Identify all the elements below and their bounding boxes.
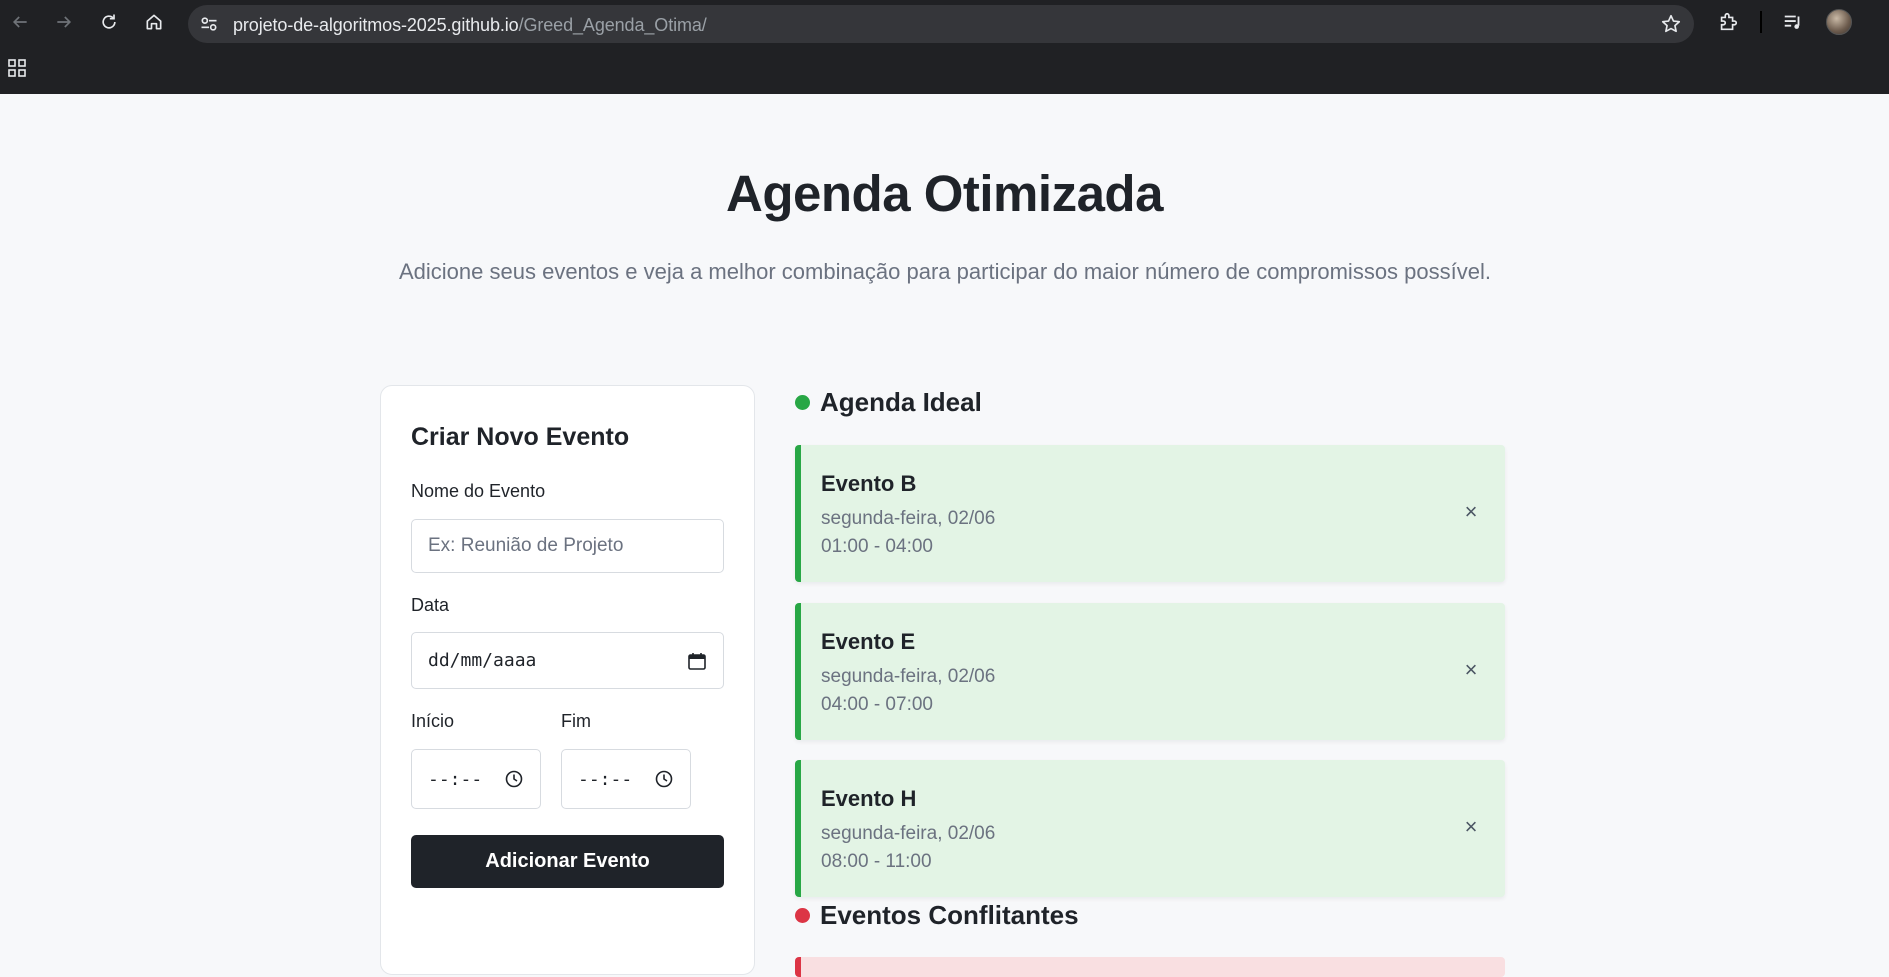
status-dot-green xyxy=(795,395,810,410)
browser-chrome: projeto-de-algoritmos-2025.github.io/Gre… xyxy=(0,0,1889,94)
remove-event-button[interactable]: × xyxy=(1461,658,1481,682)
page-title: Agenda Otimizada xyxy=(726,165,1163,222)
browser-toolbar: projeto-de-algoritmos-2025.github.io/Gre… xyxy=(0,0,1889,44)
conflicts-heading: Eventos Conflitantes xyxy=(795,900,1079,931)
date-input[interactable]: dd/mm/aaaa xyxy=(411,632,724,689)
playlist-music-icon xyxy=(1784,15,1800,29)
extensions-button[interactable] xyxy=(1716,10,1740,34)
home-button[interactable] xyxy=(140,8,168,36)
end-time-value: --:-- xyxy=(578,768,633,790)
start-time-input[interactable]: --:-- xyxy=(411,749,541,809)
create-event-form: Criar Novo Evento Nome do Evento Ex: Reu… xyxy=(380,385,755,975)
arrow-right-icon xyxy=(57,16,72,28)
event-name: Evento B xyxy=(821,471,917,496)
url-text[interactable]: projeto-de-algoritmos-2025.github.io/Gre… xyxy=(233,15,707,36)
ideal-agenda-heading: Agenda Ideal xyxy=(795,387,982,418)
date-value: dd/mm/aaaa xyxy=(428,650,537,671)
clock-icon[interactable] xyxy=(654,769,674,789)
remove-event-button[interactable]: × xyxy=(1461,500,1481,524)
page-content: Agenda Otimizada Adicione seus eventos e… xyxy=(0,94,1889,977)
toolbar-divider xyxy=(1760,11,1762,33)
calendar-icon[interactable] xyxy=(687,651,707,671)
status-dot-red xyxy=(795,908,810,923)
home-icon xyxy=(146,14,162,30)
conflicts-title: Eventos Conflitantes xyxy=(820,900,1079,930)
event-card: Evento B segunda-feira, 02/06 01:00 - 04… xyxy=(795,445,1505,582)
event-card: Evento E segunda-feira, 02/06 04:00 - 07… xyxy=(795,603,1505,740)
conflict-event-card xyxy=(795,957,1505,977)
bookmark-star-icon[interactable] xyxy=(1660,13,1682,35)
reload-icon xyxy=(102,14,116,29)
media-control-button[interactable] xyxy=(1781,10,1805,34)
date-label: Data xyxy=(411,595,450,615)
url-path: /Greed_Agenda_Otima/ xyxy=(518,15,707,35)
event-name: Evento H xyxy=(821,786,917,811)
address-bar[interactable]: projeto-de-algoritmos-2025.github.io/Gre… xyxy=(188,5,1694,43)
start-time-value: --:-- xyxy=(428,768,483,790)
apps-grid-icon[interactable] xyxy=(7,58,27,78)
end-time-label: Fim xyxy=(561,711,591,731)
forward-button[interactable] xyxy=(50,8,78,36)
url-host: projeto-de-algoritmos-2025.github.io xyxy=(233,15,519,35)
puzzle-icon xyxy=(1720,12,1738,31)
reload-button[interactable] xyxy=(95,8,123,36)
site-info-icon[interactable] xyxy=(198,13,220,35)
event-date: segunda-feira, 02/06 xyxy=(821,666,996,687)
event-card: Evento H segunda-feira, 02/06 08:00 - 11… xyxy=(795,760,1505,897)
event-name: Evento E xyxy=(821,629,916,654)
event-date: segunda-feira, 02/06 xyxy=(821,508,996,529)
remove-event-button[interactable]: × xyxy=(1461,815,1481,839)
event-date: segunda-feira, 02/06 xyxy=(821,823,996,844)
ideal-agenda-title: Agenda Ideal xyxy=(820,387,982,417)
clock-icon[interactable] xyxy=(504,769,524,789)
bookmarks-bar xyxy=(0,52,1889,84)
event-name-placeholder: Ex: Reunião de Projeto xyxy=(428,535,624,556)
arrow-left-icon xyxy=(12,16,27,28)
end-time-input[interactable]: --:-- xyxy=(561,749,691,809)
profile-avatar[interactable] xyxy=(1826,9,1852,35)
page-subtitle: Adicione seus eventos e veja a melhor co… xyxy=(399,259,1491,284)
event-time: 08:00 - 11:00 xyxy=(821,851,932,872)
add-event-button[interactable]: Adicionar Evento xyxy=(411,835,724,888)
event-name-label: Nome do Evento xyxy=(411,481,546,501)
start-time-label: Início xyxy=(411,711,455,731)
back-button[interactable] xyxy=(6,8,34,36)
event-time: 04:00 - 07:00 xyxy=(821,694,933,715)
event-name-input[interactable]: Ex: Reunião de Projeto xyxy=(411,519,724,573)
event-time: 01:00 - 04:00 xyxy=(821,536,933,557)
form-title: Criar Novo Evento xyxy=(411,423,630,451)
